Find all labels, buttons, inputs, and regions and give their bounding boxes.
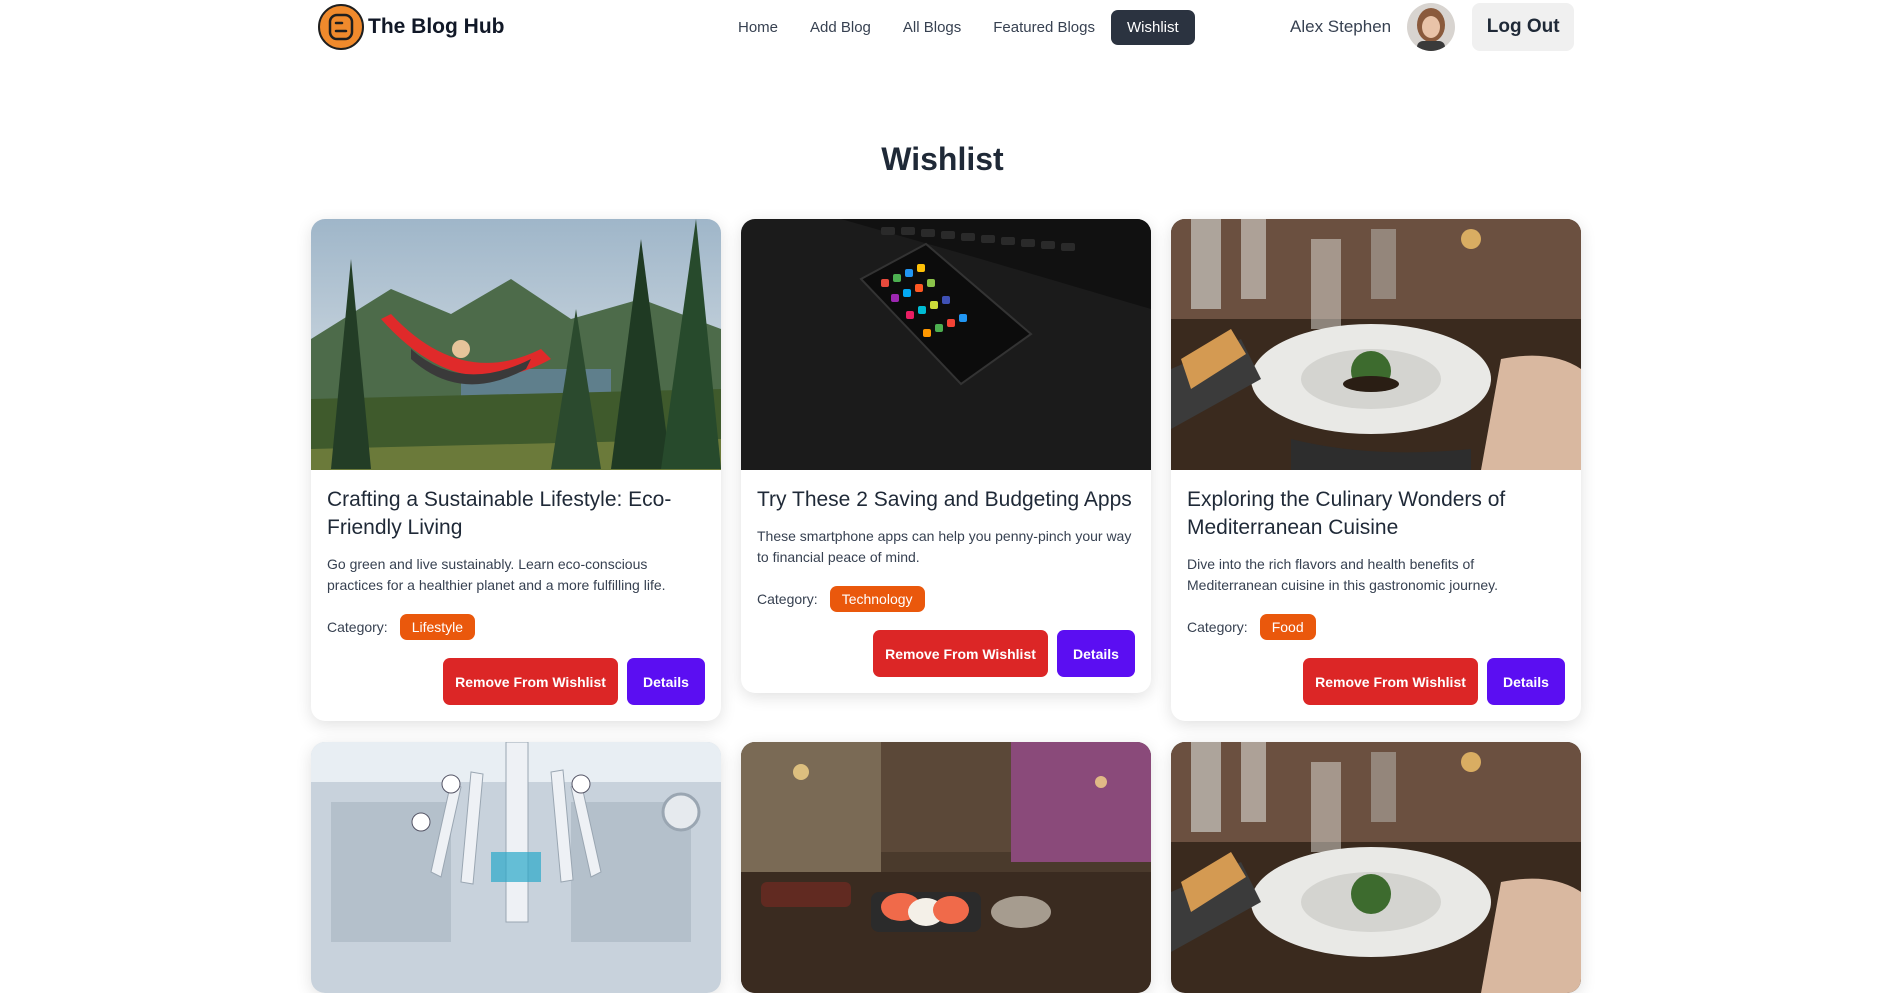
details-button[interactable]: Details [1057,630,1135,677]
smartphone-dark-image [741,219,1151,470]
category-label: Category: [327,619,388,635]
navbar: The Blog Hub Home Add Blog All Blogs Fea… [0,0,1885,56]
nav-link-home[interactable]: Home [722,10,794,45]
category-badge: Lifestyle [399,614,476,640]
card-description: These smartphone apps can help you penny… [757,528,1132,565]
nav-link-featured-blogs[interactable]: Featured Blogs [977,10,1111,45]
nav-links: Home Add Blog All Blogs Featured Blogs W… [722,10,1195,45]
brand[interactable]: The Blog Hub [318,4,504,50]
nav-link-add-blog[interactable]: Add Blog [794,10,887,45]
category-label: Category: [757,591,818,607]
card-category: Category: Lifestyle [327,614,705,640]
card-category: Category: Technology [757,586,1135,612]
category-label: Category: [1187,619,1248,635]
wishlist-card: Try These 2 Saving and Budgeting Apps Th… [741,219,1151,693]
dinner-plate-image [1171,219,1581,470]
card-description: Dive into the rich flavors and health be… [1187,556,1499,593]
user-name: Alex Stephen [1290,17,1392,36]
wishlist-card: Exploring the Culinary Wonders of Medite… [1171,219,1581,721]
card-actions: Remove From Wishlist Details [327,658,705,705]
surgical-robot-image [311,742,721,993]
remove-from-wishlist-button[interactable]: Remove From Wishlist [1303,658,1478,705]
remove-from-wishlist-button[interactable]: Remove From Wishlist [873,630,1048,677]
card-actions: Remove From Wishlist Details [757,630,1135,677]
card-title: Exploring the Culinary Wonders of Medite… [1187,488,1506,539]
wishlist-card [741,742,1151,993]
details-button[interactable]: Details [1487,658,1565,705]
logout-button[interactable]: Log Out [1472,3,1575,51]
blogger-logo-icon [318,4,364,50]
sushi-restaurant-image [741,742,1151,993]
card-body: Try These 2 Saving and Budgeting Apps Th… [741,470,1151,693]
card-body: Crafting a Sustainable Lifestyle: Eco-Fr… [311,470,721,721]
wishlist-card [311,742,721,993]
page-title: Wishlist [881,141,1004,177]
avatar[interactable] [1407,3,1456,51]
card-title: Try These 2 Saving and Budgeting Apps [757,488,1132,511]
brand-title: The Blog Hub [368,15,505,38]
remove-from-wishlist-button[interactable]: Remove From Wishlist [443,658,618,705]
nav-link-all-blogs[interactable]: All Blogs [887,10,977,45]
card-body: Exploring the Culinary Wonders of Medite… [1171,470,1581,721]
wishlist-card [1171,742,1581,993]
card-category: Category: Food [1187,614,1565,640]
category-badge: Food [1259,614,1316,640]
nav-link-wishlist[interactable]: Wishlist [1111,10,1195,45]
card-title: Crafting a Sustainable Lifestyle: Eco-Fr… [327,488,672,539]
dinner-plate-image [1171,742,1581,993]
card-description: Go green and live sustainably. Learn eco… [327,556,666,593]
card-actions: Remove From Wishlist Details [1187,658,1565,705]
category-badge: Technology [829,586,925,612]
user-area: Alex Stephen Log Out [1290,3,1575,51]
hammock-forest-image [311,219,721,470]
details-button[interactable]: Details [627,658,705,705]
wishlist-card: Crafting a Sustainable Lifestyle: Eco-Fr… [311,219,721,721]
